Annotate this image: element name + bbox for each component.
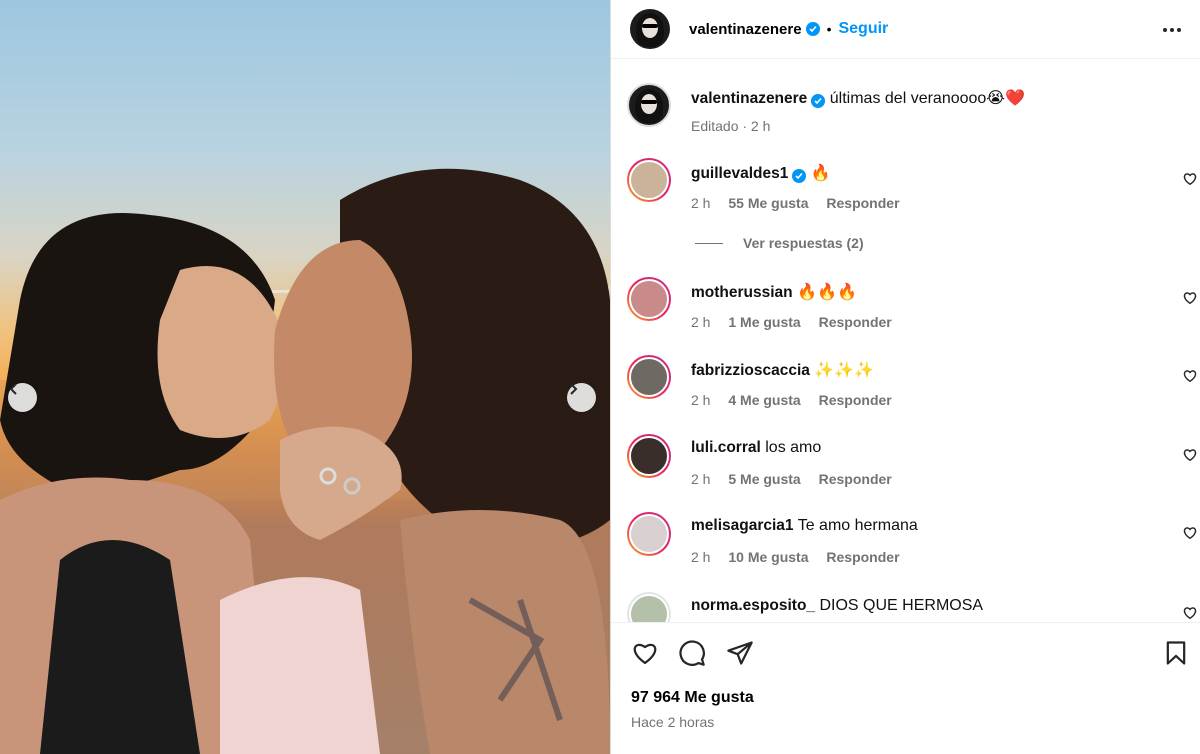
commenter-avatar[interactable] <box>627 592 671 622</box>
comment-text: DIOS QUE HERMOSA <box>819 597 984 614</box>
reply-button[interactable]: Responder <box>819 392 892 408</box>
post-actions: 97 964 Me gusta Hace 2 horas <box>611 622 1200 754</box>
heart-icon[interactable] <box>631 639 659 667</box>
commenter-username[interactable]: norma.esposito_ <box>691 597 815 614</box>
reply-button[interactable]: Responder <box>826 549 899 565</box>
commenter-avatar[interactable] <box>627 434 671 478</box>
verified-icon <box>811 94 826 108</box>
follow-button[interactable]: Seguir <box>838 20 888 38</box>
next-photo-button[interactable] <box>567 383 596 412</box>
comment-time: 2 h <box>691 392 711 408</box>
comment-time: 2 h <box>691 549 711 565</box>
reply-button[interactable]: Responder <box>826 195 899 211</box>
more-icon[interactable] <box>1162 20 1182 40</box>
reply-button[interactable]: Responder <box>819 314 892 330</box>
heart-icon[interactable] <box>1183 369 1197 383</box>
comment-icon[interactable] <box>678 639 706 667</box>
comment-text: los amo <box>765 439 822 456</box>
commenter-avatar[interactable] <box>627 158 671 202</box>
author-username[interactable]: valentinazenere <box>689 21 802 38</box>
comment-likes[interactable]: 10 Me gusta <box>728 549 808 565</box>
post-details-panel: valentinazenere • Seguir valentinazenere… <box>610 0 1200 754</box>
heart-icon[interactable] <box>1183 172 1197 186</box>
chevron-right-icon <box>570 383 578 395</box>
comment-likes[interactable]: 4 Me gusta <box>728 392 800 408</box>
commenter-avatar[interactable] <box>627 512 671 556</box>
post-header: valentinazenere • Seguir <box>611 0 1200 59</box>
previous-photo-button[interactable] <box>8 383 37 412</box>
share-icon[interactable] <box>726 639 754 667</box>
comment-text: 🔥 <box>810 165 831 182</box>
commenter-username[interactable]: luli.corral <box>691 439 761 456</box>
comment-text: 🔥🔥🔥 <box>797 284 857 301</box>
author-avatar[interactable] <box>627 83 671 127</box>
comments-list[interactable]: valentinazenere últimas del veranoooo😭❤️… <box>611 59 1200 622</box>
reply-button[interactable]: Responder <box>819 471 892 487</box>
comment-time: 2 h <box>691 471 711 487</box>
caption-username[interactable]: valentinazenere <box>691 90 807 107</box>
commenter-username[interactable]: motherussian <box>691 284 793 301</box>
post-photo <box>0 0 610 754</box>
commenter-username[interactable]: fabrizzioscaccia <box>691 362 810 379</box>
heart-icon[interactable] <box>1183 606 1197 620</box>
comment-likes[interactable]: 1 Me gusta <box>728 314 800 330</box>
comment-text: ✨✨✨ <box>814 362 875 379</box>
comment-likes[interactable]: 55 Me gusta <box>728 195 808 211</box>
heart-icon[interactable] <box>1183 448 1197 462</box>
view-replies-label: Ver respuestas (2) <box>743 235 864 251</box>
commenter-avatar[interactable] <box>627 355 671 399</box>
comment-likes[interactable]: 5 Me gusta <box>728 471 800 487</box>
comment-time: 2 h <box>691 314 711 330</box>
chevron-left-icon <box>9 383 17 395</box>
verified-icon <box>805 22 820 36</box>
photo-illustration <box>0 168 610 754</box>
commenter-username[interactable]: guillevaldes1 <box>691 165 788 182</box>
verified-icon <box>792 169 807 183</box>
heart-icon[interactable] <box>1183 526 1197 540</box>
author-avatar[interactable] <box>630 9 670 49</box>
separator-dot: • <box>826 21 832 37</box>
caption-text: últimas del veranoooo😭❤️ <box>829 90 1025 107</box>
post-time: Hace 2 horas <box>631 714 715 730</box>
bookmark-icon[interactable] <box>1162 639 1190 667</box>
caption-meta: Editado · 2 h <box>691 118 771 134</box>
heart-icon[interactable] <box>1183 291 1197 305</box>
replies-line <box>695 242 723 244</box>
commenter-avatar[interactable] <box>627 277 671 321</box>
view-replies-button[interactable]: Ver respuestas (2) <box>695 235 864 251</box>
comment-text: Te amo hermana <box>797 517 918 534</box>
comment-time: 2 h <box>691 195 711 211</box>
commenter-username[interactable]: melisagarcia1 <box>691 517 794 534</box>
likes-count[interactable]: 97 964 Me gusta <box>631 689 754 707</box>
